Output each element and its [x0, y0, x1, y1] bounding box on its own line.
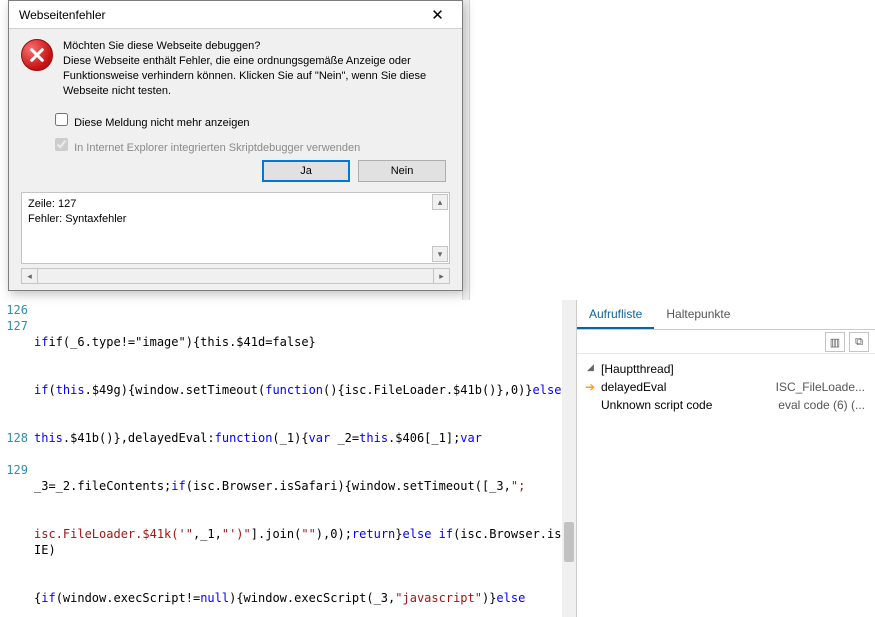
- dialog-titlebar[interactable]: Webseitenfehler ✕: [9, 1, 462, 29]
- side-panel-tabs: Aufrufliste Haltepunkte: [577, 300, 875, 330]
- scroll-up-icon[interactable]: ▴: [432, 194, 448, 210]
- scroll-left-icon[interactable]: ◂: [22, 269, 38, 283]
- checkbox-dont-show[interactable]: Diese Meldung nicht mehr anzeigen: [51, 110, 450, 129]
- source-code-pane[interactable]: 126127128129 ifif(_6.type!="image"){this…: [0, 300, 576, 617]
- no-button[interactable]: Nein: [358, 160, 446, 182]
- checkbox-dont-show-input[interactable]: [55, 113, 68, 126]
- dialog-message: Möchten Sie diese Webseite debuggen? Die…: [63, 39, 450, 98]
- stack-frame-row[interactable]: ➔ delayedEval ISC_FileLoade...: [585, 378, 867, 396]
- error-details-box: Zeile: 127 Fehler: Syntaxfehler ▴ ▾: [21, 192, 450, 264]
- details-hscrollbar[interactable]: ◂ ▸: [21, 268, 450, 284]
- checkbox-use-debugger: In Internet Explorer integrierten Skript…: [51, 135, 450, 154]
- tool-icon-1[interactable]: ▥: [825, 332, 845, 352]
- error-line-no: Zeile: 127: [28, 197, 429, 211]
- yes-button[interactable]: Ja: [262, 160, 350, 182]
- side-panel-toolbar: ▥ ⧉: [577, 330, 875, 354]
- checkbox-use-debugger-input: [55, 138, 68, 151]
- scroll-down-icon[interactable]: ▾: [432, 246, 448, 262]
- close-icon[interactable]: ✕: [415, 3, 460, 27]
- thread-row[interactable]: [Hauptthread]: [585, 360, 867, 378]
- stack-frame-row[interactable]: Unknown script code eval code (6) (...: [585, 396, 867, 414]
- error-message: Fehler: Syntaxfehler: [28, 212, 429, 226]
- error-icon: [21, 39, 53, 71]
- tab-callstack[interactable]: Aufrufliste: [577, 300, 654, 329]
- script-error-dialog: Webseitenfehler ✕ Möchten Sie diese Webs…: [8, 0, 463, 291]
- debugger-side-panel: Aufrufliste Haltepunkte ▥ ⧉ [Hauptthread…: [576, 300, 875, 617]
- code-vscrollbar[interactable]: [562, 300, 576, 617]
- callstack-list: [Hauptthread] ➔ delayedEval ISC_FileLoad…: [577, 354, 875, 420]
- tool-icon-2[interactable]: ⧉: [849, 332, 869, 352]
- current-frame-arrow-icon: ➔: [585, 380, 595, 394]
- dialog-title: Webseitenfehler: [19, 8, 106, 22]
- scroll-right-icon[interactable]: ▸: [433, 269, 449, 283]
- source-text[interactable]: ifif(_6.type!="image"){this.$41d=false} …: [34, 302, 576, 617]
- tab-breakpoints[interactable]: Haltepunkte: [654, 300, 742, 329]
- line-gutter: 126127128129: [0, 302, 34, 617]
